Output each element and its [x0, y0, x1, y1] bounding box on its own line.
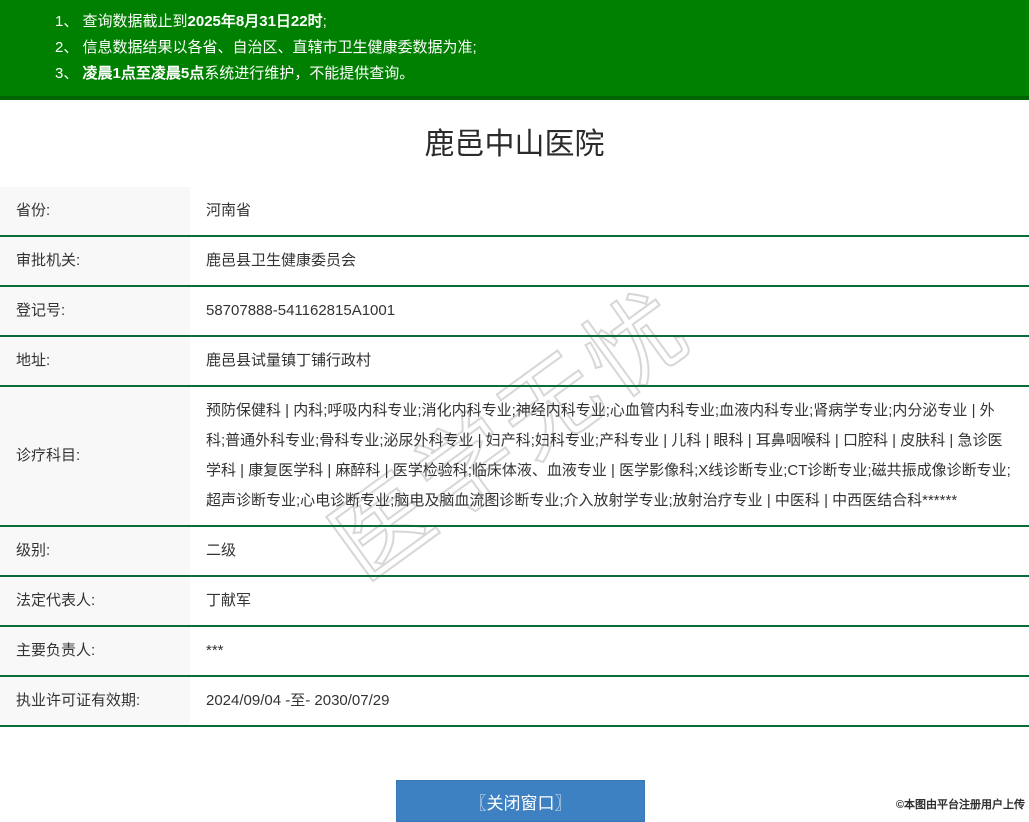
row-value: 丁献军	[206, 592, 252, 609]
notice-line-1: 1、 查询数据截止到2025年8月31日22时;	[55, 9, 1019, 35]
row-label: 诊疗科目:	[0, 386, 190, 526]
row-value: 58707888-541162815A1001	[206, 302, 396, 319]
notice-2-text: 2、 信息数据结果以各省、自治区、直辖市卫生健康委数据为准;	[55, 39, 477, 56]
page-title: 鹿邑中山医院	[424, 128, 605, 161]
table-row-medical-subjects: 诊疗科目: 预防保健科 | 内科;呼吸内科专业;消化内科专业;神经内科专业;心血…	[0, 386, 1029, 526]
notice-3-bold: 凌晨1点至凌晨5点	[82, 65, 205, 82]
footer-note: ©本图由平台注册用户上传	[895, 799, 1025, 811]
row-value: 鹿邑县卫生健康委员会	[206, 252, 357, 269]
notice-1-text: 1、 查询数据截止到	[55, 13, 188, 30]
table-row-main-person-in-charge: 主要负责人: ***	[0, 626, 1029, 676]
notice-line-3: 3、 凌晨1点至凌晨5点系统进行维护，不能提供查询。	[55, 61, 1019, 87]
notice-line-2: 2、 信息数据结果以各省、自治区、直辖市卫生健康委数据为准;	[55, 35, 1019, 61]
hospital-info-table: 省份: 河南省 审批机关: 鹿邑县卫生健康委员会 登记号: 58707888-5…	[0, 187, 1029, 727]
row-label: 地址:	[0, 336, 190, 386]
table-row-license-validity: 执业许可证有效期: 2024/09/04 -至- 2030/07/29	[0, 676, 1029, 726]
row-value: 2024/09/04 -至- 2030/07/29	[206, 692, 390, 709]
row-label: 主要负责人:	[0, 626, 190, 676]
notice-3-text: 3、	[55, 65, 83, 82]
table-row-level: 级别: 二级	[0, 526, 1029, 576]
row-label: 级别:	[0, 526, 190, 576]
table-row-province: 省份: 河南省	[0, 187, 1029, 236]
row-value: 河南省	[206, 202, 252, 219]
table-row-approval-authority: 审批机关: 鹿邑县卫生健康委员会	[0, 236, 1029, 286]
row-label: 审批机关:	[0, 236, 190, 286]
notice-1-bold: 2025年8月31日22时	[187, 13, 323, 30]
table-row-address: 地址: 鹿邑县试量镇丁铺行政村	[0, 336, 1029, 386]
row-value: 鹿邑县试量镇丁铺行政村	[206, 352, 372, 369]
row-label: 执业许可证有效期:	[0, 676, 190, 726]
notice-1-suffix: ;	[322, 13, 327, 30]
table-row-registration-number: 登记号: 58707888-541162815A1001	[0, 286, 1029, 336]
row-value: 二级	[206, 542, 237, 559]
close-window-button[interactable]: 〖关闭窗口〗	[396, 780, 645, 822]
page: { "banner": { "notices": [ {"prefix": "1…	[0, 0, 1029, 822]
notice-banner: 1、 查询数据截止到2025年8月31日22时; 2、 信息数据结果以各省、自治…	[0, 0, 1029, 100]
row-value: ***	[206, 642, 224, 659]
row-label: 登记号:	[0, 286, 190, 336]
row-value: 预防保健科 | 内科;呼吸内科专业;消化内科专业;神经内科专业;心血管内科专业;…	[206, 402, 1011, 509]
row-label: 法定代表人:	[0, 576, 190, 626]
table-row-legal-representative: 法定代表人: 丁献军	[0, 576, 1029, 626]
notice-3-suffix: 系统进行维护，不能提供查询。	[204, 65, 415, 82]
row-label: 省份:	[0, 187, 190, 236]
